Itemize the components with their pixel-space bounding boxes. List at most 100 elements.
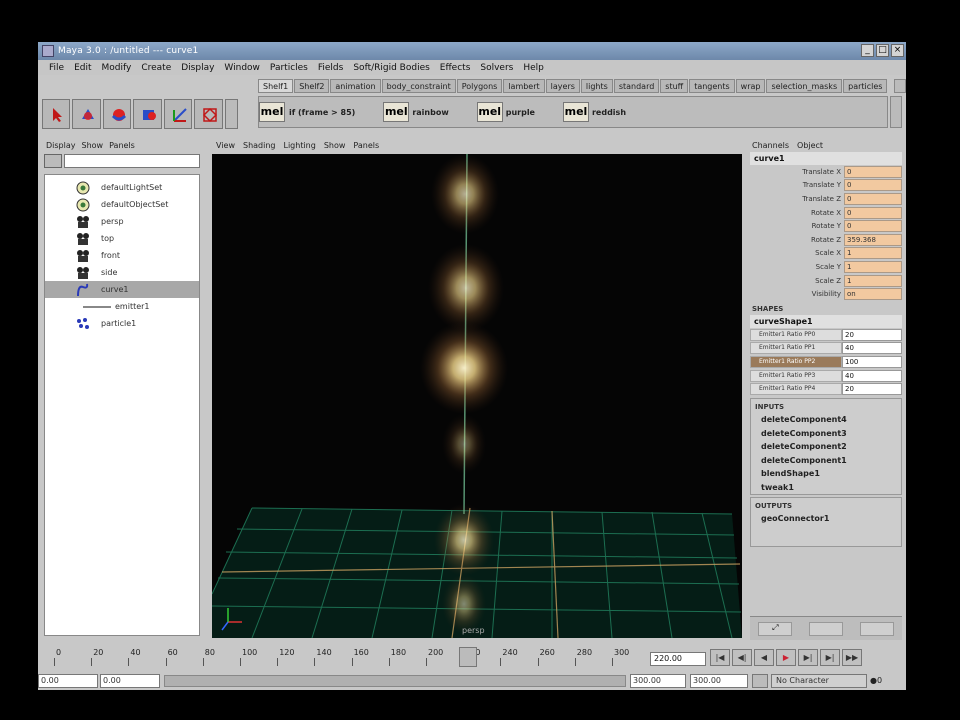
shelf-tab[interactable]: Shelf2 xyxy=(294,79,330,93)
shape-channel-row[interactable]: Emitter1 Ratio PP4 20 xyxy=(750,382,902,396)
menu-soft-rigid-bodies[interactable]: Soft/Rigid Bodies xyxy=(348,63,434,73)
input-node[interactable]: deleteComponent4 xyxy=(751,413,901,427)
shelf-tab[interactable]: body_constraint xyxy=(381,79,456,93)
channel-row[interactable]: Translate Z0 xyxy=(750,192,902,206)
input-node[interactable]: blendShape1 xyxy=(751,467,901,481)
character-set-button[interactable] xyxy=(752,674,768,688)
menu-fields[interactable]: Fields xyxy=(313,63,348,73)
close-button[interactable]: × xyxy=(891,44,904,57)
channel-value-field[interactable]: 0 xyxy=(844,206,902,219)
playback-end-field[interactable]: 300.00 xyxy=(630,674,686,688)
scale-tool-button[interactable] xyxy=(133,99,162,129)
outliner-item-default-light-set[interactable]: defaultLightSet xyxy=(45,179,199,196)
menu-effects[interactable]: Effects xyxy=(435,63,476,73)
channel-tool-icon[interactable] xyxy=(808,621,843,636)
channel-value-field[interactable]: 1 xyxy=(844,247,902,260)
range-slider-bar[interactable] xyxy=(164,675,626,687)
shape-channel-value[interactable]: 20 xyxy=(842,328,902,341)
viewport-menu-lighting[interactable]: Lighting xyxy=(283,141,315,150)
channel-box-menu-object[interactable]: Object xyxy=(797,141,823,150)
shape-channel-row-selected[interactable]: Emitter1 Ratio PP2 100 xyxy=(750,355,902,369)
menu-display[interactable]: Display xyxy=(176,63,219,73)
shape-channel-value[interactable]: 40 xyxy=(842,369,902,382)
shelf-tab[interactable]: Polygons xyxy=(456,79,503,93)
outliner-item-curve1[interactable]: curve1 xyxy=(45,281,199,298)
channel-row[interactable]: Scale X1 xyxy=(750,247,902,261)
go-to-start-button[interactable]: |◀ xyxy=(710,649,730,666)
channel-row[interactable]: Translate Y0 xyxy=(750,179,902,193)
menu-create[interactable]: Create xyxy=(136,63,176,73)
toolbox-scroll[interactable] xyxy=(224,99,238,129)
menu-help[interactable]: Help xyxy=(518,63,549,73)
input-node[interactable]: deleteComponent3 xyxy=(751,427,901,441)
menu-window[interactable]: Window xyxy=(219,63,265,73)
channel-row[interactable]: Translate X0 xyxy=(750,165,902,179)
shelf-tab[interactable]: lambert xyxy=(503,79,545,93)
channel-value-field[interactable]: 0 xyxy=(844,165,902,178)
select-tool-button[interactable] xyxy=(42,99,71,129)
output-node[interactable]: geoConnector1 xyxy=(751,512,901,526)
viewport-menu-panels[interactable]: Panels xyxy=(353,141,379,150)
shape-channel-value[interactable]: 100 xyxy=(842,355,902,368)
input-node[interactable]: tweak1 xyxy=(751,481,901,495)
channel-value-field[interactable]: 359.368 xyxy=(844,233,902,246)
channel-box-node-name[interactable]: curve1 xyxy=(750,152,902,165)
shape-channel-value[interactable]: 20 xyxy=(842,383,902,396)
outliner-item-emitter1[interactable]: emitter1 xyxy=(45,298,199,315)
auto-key-button[interactable]: ●0 xyxy=(870,674,900,688)
step-forward-key-button[interactable]: ▶| xyxy=(798,649,818,666)
viewport-menu-view[interactable]: View xyxy=(216,141,235,150)
current-character-menu[interactable]: No Character xyxy=(771,674,867,688)
manipulator-tool-button[interactable] xyxy=(163,99,193,129)
go-to-end-button[interactable]: ▶▶ xyxy=(842,649,862,666)
channel-row[interactable]: Rotate Z 359.368 xyxy=(750,233,902,247)
maximize-button[interactable]: □ xyxy=(876,44,889,57)
shelf-button-reddish[interactable]: mel reddish xyxy=(562,102,626,122)
playback-start-field[interactable]: 0.00 xyxy=(100,674,160,688)
menu-file[interactable]: File xyxy=(44,63,69,73)
channel-value-field[interactable]: 1 xyxy=(844,274,902,287)
range-start-field[interactable]: 0.00 xyxy=(38,674,98,688)
shelf-tab[interactable]: Shelf1 xyxy=(258,79,294,93)
outliner-item-top[interactable]: top xyxy=(45,230,199,247)
outliner-item-front[interactable]: front xyxy=(45,247,199,264)
outliner-menu-panels[interactable]: Panels xyxy=(109,141,135,150)
shelf-scrollbar[interactable] xyxy=(890,96,902,128)
show-manipulator-tool-button[interactable] xyxy=(194,99,223,129)
outliner-menu-show[interactable]: Show xyxy=(82,141,104,150)
shape-node-name[interactable]: curveShape1 xyxy=(750,314,902,328)
shelf-tab[interactable]: wrap xyxy=(735,79,766,93)
manipulator-icon[interactable]: ⤢ xyxy=(758,621,793,636)
channel-row[interactable]: Scale Z1 xyxy=(750,274,902,288)
shelf-tab[interactable]: lights xyxy=(580,79,613,93)
shape-channel-row[interactable]: Emitter1 Ratio PP1 40 xyxy=(750,342,902,356)
outliner-item-side[interactable]: side xyxy=(45,264,199,281)
shelf-button-frame-script[interactable]: mel if (frame > 85) xyxy=(259,102,355,122)
shape-channel-value[interactable]: 40 xyxy=(842,342,902,355)
step-back-key-button[interactable]: ◀| xyxy=(732,649,752,666)
viewport-menu-show[interactable]: Show xyxy=(324,141,346,150)
channel-value-field[interactable]: 1 xyxy=(844,260,902,273)
minimize-button[interactable]: _ xyxy=(861,44,874,57)
shape-channel-row[interactable]: Emitter1 Ratio PP3 40 xyxy=(750,369,902,383)
current-time-marker[interactable] xyxy=(459,647,478,667)
play-backward-button[interactable]: ◀ xyxy=(754,649,774,666)
input-node[interactable]: deleteComponent1 xyxy=(751,454,901,468)
outliner-item-particle1[interactable]: particle1 xyxy=(45,315,199,332)
channel-row[interactable]: Rotate X0 xyxy=(750,206,902,220)
channel-value-field[interactable]: 0 xyxy=(844,220,902,233)
shelf-button-purple[interactable]: mel purple xyxy=(476,102,535,122)
shelf-tab[interactable]: standard xyxy=(613,79,660,93)
shelf-tab[interactable]: stuff xyxy=(660,79,689,93)
shape-channel-row[interactable]: Emitter1 Ratio PP0 20 xyxy=(750,328,902,342)
menu-particles[interactable]: Particles xyxy=(265,63,313,73)
shelf-tab[interactable]: selection_masks xyxy=(766,79,843,93)
channel-row[interactable]: Visibility on xyxy=(750,287,902,301)
channel-row[interactable]: Scale Y1 xyxy=(750,260,902,274)
perspective-viewport[interactable]: persp xyxy=(212,154,742,638)
outliner-item-persp[interactable]: persp xyxy=(45,213,199,230)
menu-edit[interactable]: Edit xyxy=(69,63,96,73)
outliner-filter-button[interactable] xyxy=(44,153,62,168)
channel-box-menu-channels[interactable]: Channels xyxy=(752,141,789,150)
channel-row[interactable]: Rotate Y0 xyxy=(750,219,902,233)
